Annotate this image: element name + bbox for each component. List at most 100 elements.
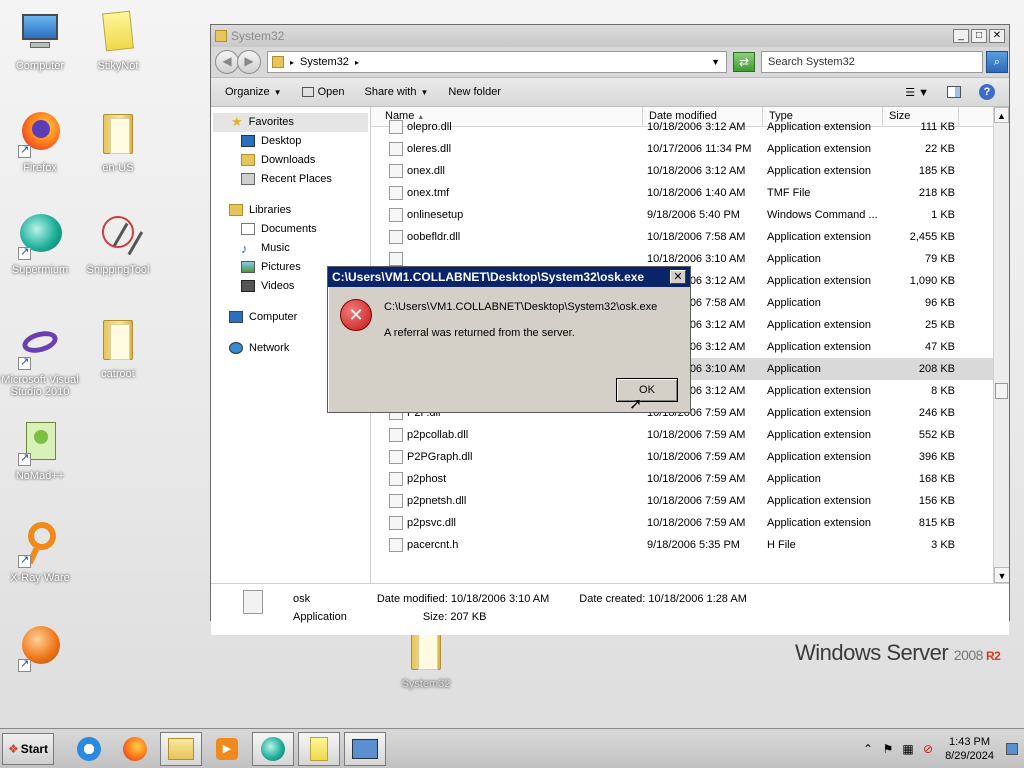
- address-bar[interactable]: ▸ System32 ▸ ▼: [267, 51, 727, 73]
- taskbar-stikynot[interactable]: [298, 731, 340, 766]
- clock[interactable]: 1:43 PM 8/29/2024: [945, 735, 994, 763]
- address-dropdown-icon[interactable]: ▼: [711, 57, 720, 67]
- nav-label: Recent Places: [261, 173, 332, 185]
- taskbar-firefox[interactable]: [114, 732, 156, 766]
- table-row[interactable]: oleres.dll 10/17/2006 11:34 PM Application…: [371, 138, 993, 160]
- close-button[interactable]: ✕: [989, 29, 1005, 43]
- table-row[interactable]: p2pcollab.dll 10/18/2006 7:59 AM Applicati…: [371, 424, 993, 446]
- desktop-icon-system32[interactable]: System32: [386, 626, 466, 690]
- file-name: oobefldr.dll: [407, 231, 461, 243]
- volume-muted-icon[interactable]: ⊘: [921, 742, 935, 756]
- file-size: 2,455 KB: [909, 231, 955, 243]
- file-size: 25 KB: [925, 319, 955, 331]
- nav-favorites[interactable]: ★ Favorites: [213, 113, 368, 132]
- file-type: Application extension: [767, 231, 871, 243]
- table-row[interactable]: P2PGraph.dll 10/18/2006 7:59 AM Applicatio…: [371, 446, 993, 468]
- view-options-icon[interactable]: ☰ ▼: [905, 86, 929, 99]
- brand-name: Windows Server: [795, 640, 949, 665]
- file-name-cell: pacercnt.h: [371, 538, 643, 552]
- file-name: pacercnt.h: [407, 539, 459, 551]
- file-date: 10/18/2006 7:59 AM: [647, 451, 746, 463]
- table-row[interactable]: oobefldr.dll 10/18/2006 7:58 AM Applicatio…: [371, 226, 993, 248]
- windows-logo-icon: ❖: [7, 741, 19, 756]
- maximize-button[interactable]: □: [971, 29, 987, 43]
- dialog-titlebar[interactable]: C:\Users\VM1.COLLABNET\Desktop\System32\…: [328, 267, 690, 287]
- desktop-icon-stikynot[interactable]: StikyNot: [78, 8, 158, 72]
- nav-documents[interactable]: Documents: [211, 220, 370, 239]
- table-row[interactable]: onex.tmf 10/18/2006 1:40 AM TMF File 218 KB: [371, 182, 993, 204]
- taskbar-internet-explorer[interactable]: [68, 732, 110, 766]
- ok-button[interactable]: OK: [616, 378, 678, 402]
- downloads-icon: [241, 154, 255, 166]
- open-button[interactable]: Open: [301, 86, 344, 98]
- breadcrumb[interactable]: System32: [300, 56, 349, 68]
- desktop-icon-en-us[interactable]: en-US: [78, 110, 158, 174]
- file-name-cell: oleres.dll: [371, 142, 643, 156]
- notepad-plus-icon: [16, 418, 64, 466]
- desktop-icon-visual-studio[interactable]: Microsoft Visual Studio 2010: [0, 322, 80, 398]
- minimize-button[interactable]: _: [953, 29, 969, 43]
- file-size: 1,090 KB: [909, 275, 955, 287]
- help-icon[interactable]: ?: [979, 84, 995, 100]
- desktop-icon-label: X-Ray Ware: [10, 572, 70, 584]
- forward-button[interactable]: ▶: [237, 50, 261, 74]
- desktop-icon-nomad[interactable]: NoMad++: [0, 418, 80, 482]
- table-row[interactable]: onex.dll 10/18/2006 3:12 AM Application ex…: [371, 160, 993, 182]
- nav-music[interactable]: ♪ Music: [211, 239, 370, 258]
- nav-libraries[interactable]: Libraries: [211, 201, 370, 220]
- table-row[interactable]: p2pnetsh.dll 10/18/2006 7:59 AM Applicatio…: [371, 490, 993, 512]
- back-button[interactable]: ◀: [215, 50, 239, 74]
- network-tray-icon[interactable]: ▦: [901, 742, 915, 756]
- search-icon[interactable]: ⌕: [986, 51, 1008, 73]
- scroll-down-icon[interactable]: ▼: [994, 567, 1009, 583]
- desktop-icon-firefox[interactable]: Firefox: [0, 110, 80, 174]
- taskbar-explorer[interactable]: [160, 731, 202, 766]
- taskbar-media-player[interactable]: ▶: [206, 732, 248, 766]
- nav-label: Music: [261, 242, 290, 254]
- taskbar-remote-desktop[interactable]: [344, 731, 386, 766]
- show-hidden-icons-icon[interactable]: ⌃: [861, 742, 875, 756]
- table-row[interactable]: p2psvc.dll 10/18/2006 7:59 AM Application …: [371, 512, 993, 534]
- dialog-close-button[interactable]: ✕: [670, 270, 686, 284]
- share-with-button[interactable]: Share with ▼: [364, 86, 428, 98]
- table-row[interactable]: onlinesetup 9/18/2006 5:40 PM Windows Comm…: [371, 204, 993, 226]
- refresh-button[interactable]: ⇄: [733, 52, 755, 72]
- windows-server-brand: Windows Server 2008 R2: [795, 640, 1001, 666]
- organize-button[interactable]: Organize ▼: [225, 86, 282, 98]
- nav-recent-places[interactable]: Recent Places: [211, 170, 370, 189]
- start-button[interactable]: ❖ Start: [2, 732, 54, 765]
- show-desktop-button[interactable]: [1006, 742, 1018, 755]
- desktop-icon-xray[interactable]: X-Ray Ware: [0, 520, 80, 584]
- file-icon: [389, 472, 403, 486]
- file-size: 22 KB: [925, 143, 955, 155]
- desktop-icon-computer[interactable]: Computer: [0, 8, 80, 72]
- shortcut-arrow-icon: [18, 245, 31, 260]
- table-row[interactable]: olepro.dll 10/18/2006 3:12 AM Application …: [371, 116, 993, 138]
- table-row[interactable]: p2phost 10/18/2006 7:59 AM Application 168 …: [371, 468, 993, 490]
- desktop-icon-catroot[interactable]: catroot: [78, 316, 158, 380]
- file-size: 79 KB: [925, 253, 955, 265]
- file-date: 10/18/2006 7:59 AM: [647, 473, 746, 485]
- desktop-icon-supermium[interactable]: Supermium: [0, 212, 80, 276]
- breadcrumb-dropdown-icon[interactable]: ▸: [355, 58, 359, 67]
- documents-icon: [241, 223, 255, 235]
- details-created: 10/18/2006 1:28 AM: [648, 593, 747, 605]
- search-input[interactable]: Search System32 ⌕: [761, 51, 1008, 73]
- scroll-up-icon[interactable]: ▲: [994, 107, 1009, 123]
- preview-pane-icon[interactable]: [947, 86, 961, 98]
- new-folder-button[interactable]: New folder: [448, 86, 501, 98]
- desktop-icon-label: StikyNot: [97, 60, 139, 72]
- explorer-titlebar[interactable]: System32 _ □ ✕: [211, 25, 1009, 47]
- scrollbar-thumb[interactable]: [995, 383, 1008, 399]
- taskbar-supermium[interactable]: [252, 731, 294, 766]
- nav-downloads[interactable]: Downloads: [211, 151, 370, 170]
- brand-version: 2008: [953, 647, 984, 663]
- desktop-icon-snippingtool[interactable]: SnippingTool: [78, 212, 158, 276]
- action-center-flag-icon[interactable]: ⚑: [881, 742, 895, 756]
- desktop-icon-app[interactable]: [0, 624, 80, 676]
- new-folder-label: New folder: [448, 86, 501, 98]
- nav-desktop[interactable]: Desktop: [211, 132, 370, 151]
- vertical-scrollbar[interactable]: ▲ ▼: [993, 107, 1009, 583]
- table-row[interactable]: pacercnt.h 9/18/2006 5:35 PM H File 3 KB: [371, 534, 993, 556]
- file-type: Windows Command ...: [767, 209, 878, 221]
